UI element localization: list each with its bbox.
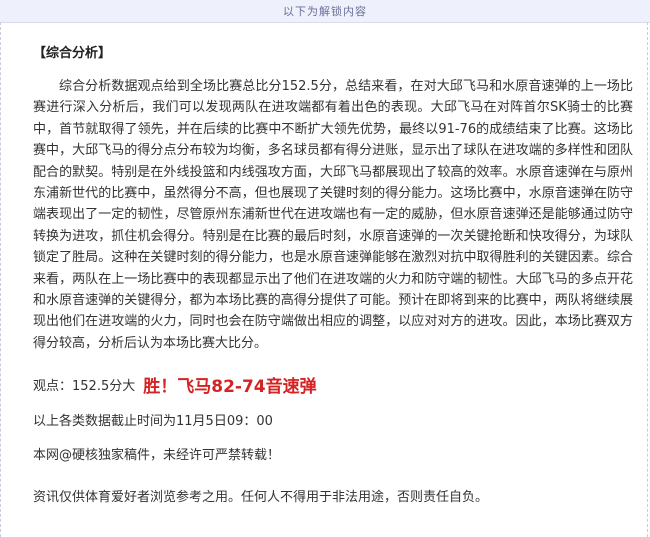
article-content: 【综合分析】 综合分析数据观点给到全场比赛总比分152.5分，总结来看，在对大邱…	[33, 44, 633, 508]
data-deadline: 以上各类数据截止时间为11月5日09：00	[33, 414, 273, 430]
verdict-result: 胜！飞马82-74音速弹	[143, 376, 317, 397]
verdict-value: 152.5分大	[72, 378, 136, 394]
verdict-label: 观点：	[33, 378, 73, 394]
analysis-paragraph: 综合分析数据观点给到全场比赛总比分152.5分，总结来看，在对大邱飞马和水原音速…	[33, 79, 633, 351]
unlock-banner-text: 以下为解锁内容	[283, 5, 367, 18]
verdict-line: 观点： 152.5分大 胜！飞马82-74音速弹	[33, 370, 633, 398]
unlock-banner: 以下为解锁内容	[0, 0, 650, 23]
copyright-notice: 本网@硬核独家稿件，未经许可严禁转载！	[33, 448, 281, 464]
disclaimer: 资讯仅供体育爱好者浏览参考之用。任何人不得用于非法用途，否则责任自负。	[33, 490, 489, 506]
section-heading: 【综合分析】	[33, 46, 112, 61]
